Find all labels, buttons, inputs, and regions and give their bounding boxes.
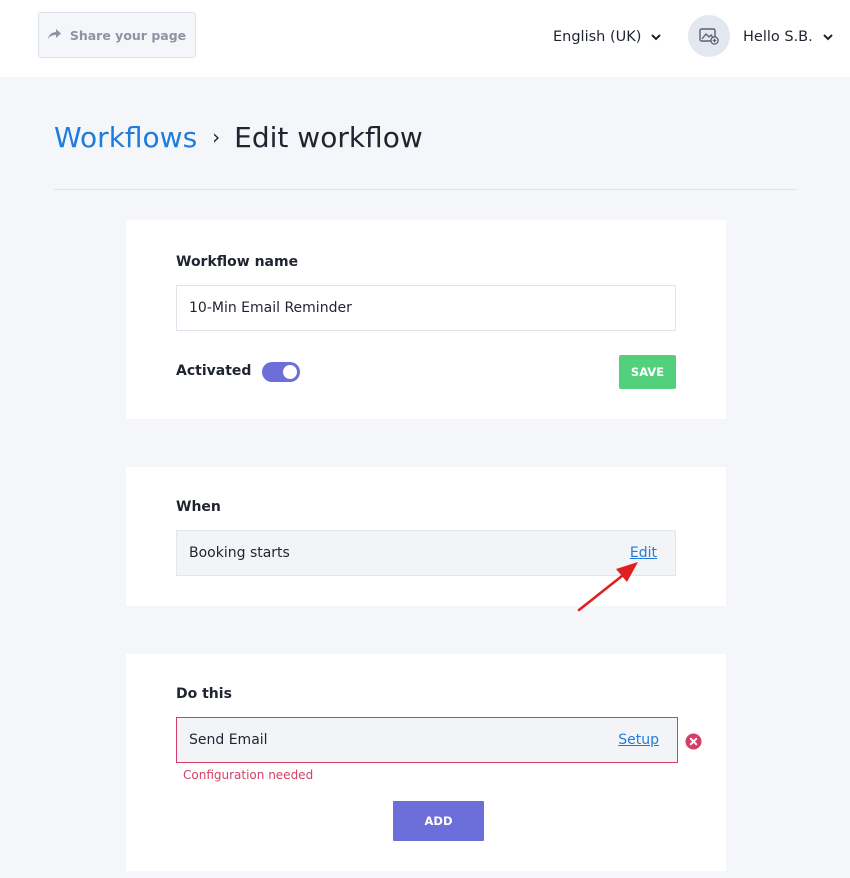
share-arrow-icon (47, 29, 61, 39)
error-message: Configuration needed (183, 768, 314, 782)
when-card: When Booking starts Edit (126, 467, 726, 606)
workflow-name-input[interactable] (176, 285, 676, 331)
avatar[interactable] (688, 15, 730, 57)
activated-toggle[interactable] (262, 362, 300, 382)
top-bar: Share your page English (UK) Hello S.B. (0, 0, 850, 77)
user-menu[interactable]: Hello S.B. (743, 26, 833, 48)
trigger-label: Booking starts (189, 545, 290, 561)
remove-circle-icon[interactable] (685, 733, 702, 750)
trigger-box: Booking starts Edit (176, 530, 676, 576)
divider (54, 189, 797, 190)
avatar-image-icon (699, 28, 719, 45)
user-greeting: Hello S.B. (743, 29, 813, 45)
activated-label: Activated (176, 363, 252, 379)
save-button[interactable]: SAVE (619, 355, 676, 389)
workflow-settings-card: Workflow name Activated SAVE (126, 220, 726, 419)
edit-trigger-link[interactable]: Edit (630, 545, 657, 561)
breadcrumb-separator: › (212, 125, 221, 149)
do-this-card: Do this Send Email Setup Configuration n… (126, 654, 726, 871)
breadcrumb-workflows-link[interactable]: Workflows (54, 121, 197, 154)
language-selector[interactable]: English (UK) (553, 26, 662, 48)
add-action-button[interactable]: ADD (393, 801, 484, 841)
chevron-down-icon (823, 33, 833, 40)
share-page-label: Share your page (69, 27, 187, 43)
page-title: Edit workflow (234, 120, 423, 154)
setup-action-link[interactable]: Setup (618, 732, 659, 748)
language-label: English (UK) (553, 29, 642, 45)
workflow-name-label: Workflow name (176, 254, 299, 270)
do-this-label: Do this (176, 686, 232, 702)
when-label: When (176, 499, 221, 515)
chevron-down-icon (651, 33, 662, 40)
toggle-knob (283, 365, 297, 379)
breadcrumb: Workflows › Edit workflow (54, 117, 423, 157)
action-box: Send Email Setup (176, 717, 678, 763)
share-page-button[interactable]: Share your page (38, 12, 196, 58)
action-label: Send Email (189, 732, 268, 748)
